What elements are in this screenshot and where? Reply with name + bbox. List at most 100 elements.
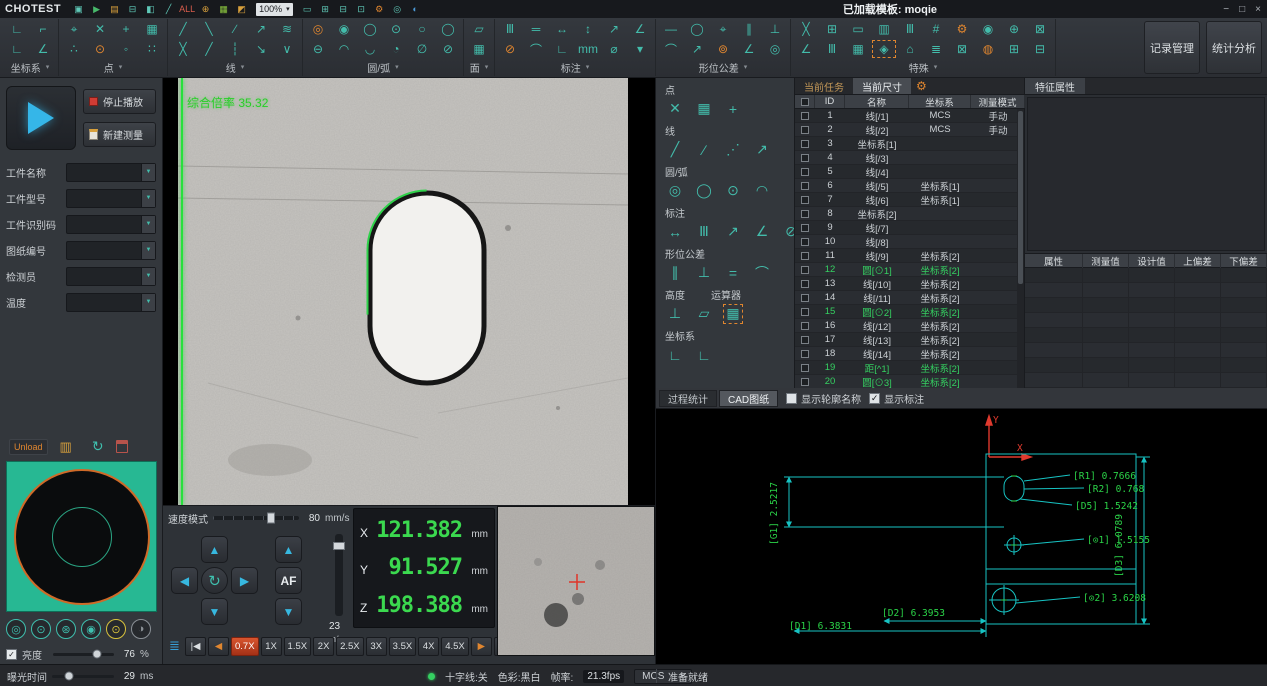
show-contour-names-checkbox[interactable] xyxy=(786,393,797,404)
cs-origin-icon[interactable]: ∟ xyxy=(694,345,714,365)
close-button[interactable]: × xyxy=(1255,4,1261,15)
toolbar-tool-icon[interactable]: ◎ xyxy=(305,19,331,39)
point-grid-icon[interactable]: ▦ xyxy=(694,99,714,119)
new-measurement-button[interactable]: 新建测量 xyxy=(83,122,156,147)
layers-icon[interactable]: ◩ xyxy=(234,2,249,16)
autofocus-button[interactable]: AF xyxy=(275,567,302,594)
row-checkbox[interactable] xyxy=(801,238,809,246)
toolbar-tool-icon[interactable]: ◠ xyxy=(331,39,357,59)
chevron-down-icon[interactable]: ▼ xyxy=(141,242,155,259)
line-points-icon[interactable]: ⋰ xyxy=(723,140,743,160)
dim-vertical-icon[interactable]: Ⅲ xyxy=(694,222,714,242)
speed-1X-button[interactable]: 1X xyxy=(261,637,282,656)
record-management-button[interactable]: 记录管理 xyxy=(1144,21,1200,74)
toolbar-tool-icon[interactable]: ∟ xyxy=(549,39,575,59)
toolbar-tool-icon[interactable]: ╱ xyxy=(196,39,222,59)
toolbar-tool-icon[interactable]: ⊙ xyxy=(87,39,113,59)
point-intersection-icon[interactable]: ✕ xyxy=(665,99,685,119)
statistics-analysis-button[interactable]: 统计分析 xyxy=(1206,21,1262,74)
toolbar-tool-icon[interactable]: ⌐ xyxy=(30,19,56,39)
toolbar-tool-icon[interactable]: ╱ xyxy=(170,19,196,39)
chevron-down-icon[interactable]: ▾ xyxy=(119,63,123,71)
toolbar-tool-icon[interactable]: ↗ xyxy=(601,19,627,39)
speed-0.7X-button[interactable]: 0.7X xyxy=(231,637,259,656)
toolbar-tool-icon[interactable]: ⊥ xyxy=(762,19,788,39)
z-speed-slider[interactable] xyxy=(335,534,343,616)
toolbar-tool-icon[interactable]: ⊘ xyxy=(435,39,461,59)
tab-cad-drawing[interactable]: CAD图纸 xyxy=(719,390,778,407)
camera-view[interactable]: 综合倍率 35.32 xyxy=(163,78,655,505)
chevron-down-icon[interactable]: ▼ xyxy=(141,294,155,311)
toolbar-tool-icon[interactable]: ▾ xyxy=(627,39,653,59)
perpendicularity-icon[interactable]: ⊥ xyxy=(694,263,714,283)
chevron-down-icon[interactable]: ▼ xyxy=(141,164,155,181)
table-row[interactable]: 19距[^1]坐标系[2] xyxy=(795,361,1024,375)
chevron-down-icon[interactable]: ▾ xyxy=(46,63,50,71)
toolbar-tool-icon[interactable]: ◔ xyxy=(383,39,409,59)
table-row[interactable]: 17线[/13]坐标系[2] xyxy=(795,333,1024,347)
ring-light-outer-icon[interactable]: ◎ xyxy=(6,619,26,639)
exposure-slider[interactable] xyxy=(52,675,114,678)
chevron-down-icon[interactable]: ▼ xyxy=(141,216,155,233)
table-row[interactable]: 16线[/12]坐标系[2] xyxy=(795,319,1024,333)
chevron-down-icon[interactable]: ▼ xyxy=(141,190,155,207)
toolbar-tool-icon[interactable]: ▥ xyxy=(871,19,897,39)
table-row[interactable]: 18线[/14]坐标系[2] xyxy=(795,347,1024,361)
toolbar-tool-icon[interactable]: mm xyxy=(575,39,601,59)
jog-z-plus-button[interactable]: ▲ xyxy=(275,536,302,563)
line-scan-icon[interactable]: ╱ xyxy=(665,140,685,160)
brightness-slider-knob[interactable] xyxy=(92,650,101,659)
toolbar-tool-icon[interactable]: ◍ xyxy=(975,39,1001,59)
row-checkbox[interactable] xyxy=(801,308,809,316)
toolbar-tool-icon[interactable]: Ⅲ xyxy=(819,39,845,59)
row-checkbox[interactable] xyxy=(801,322,809,330)
next-step-button[interactable]: ▶ xyxy=(471,637,492,656)
toolbar-tool-icon[interactable]: ▦ xyxy=(139,19,165,39)
toolbar-tool-icon[interactable]: ⊠ xyxy=(1027,19,1053,39)
gear-icon[interactable]: ⚙ xyxy=(372,2,387,16)
show-annotations-checkbox[interactable] xyxy=(869,393,880,404)
layers-icon[interactable]: ≣ xyxy=(166,636,183,656)
table-row[interactable]: 6线[/5]坐标系[1] xyxy=(795,179,1024,193)
dim-diagonal-icon[interactable]: ↗ xyxy=(723,222,743,242)
toolbar-tool-icon[interactable]: ◡ xyxy=(357,39,383,59)
profile-icon[interactable]: ⌒ xyxy=(752,263,772,283)
toolbar-tool-icon[interactable]: ╳ xyxy=(793,19,819,39)
tab-process-statistics[interactable]: 过程统计 xyxy=(659,390,717,407)
symmetry-icon[interactable]: = xyxy=(723,263,743,283)
task-scrollbar-thumb[interactable] xyxy=(1018,111,1023,284)
toolbar-tool-icon[interactable]: ↗ xyxy=(248,19,274,39)
row-checkbox[interactable] xyxy=(801,168,809,176)
row-checkbox[interactable] xyxy=(801,336,809,344)
table-row[interactable]: 1线[/1]MCS手动 xyxy=(795,109,1024,123)
table-row[interactable]: 3坐标系[1] xyxy=(795,137,1024,151)
circle-points-icon[interactable]: ⊙ xyxy=(723,181,743,201)
brightness-checkbox[interactable] xyxy=(6,649,17,660)
link-icon[interactable]: ⊕ xyxy=(198,2,213,16)
exposure-slider-knob[interactable] xyxy=(65,672,74,681)
unload-button[interactable]: Unload xyxy=(9,439,48,455)
maximize-button[interactable]: □ xyxy=(1239,4,1245,15)
toolbar-tool-icon[interactable]: ≋ xyxy=(274,19,300,39)
height-icon[interactable]: ⊥ xyxy=(665,304,685,324)
speed-4X-button[interactable]: 4X xyxy=(418,637,439,656)
toolbar-tool-icon[interactable]: ⊙ xyxy=(383,19,409,39)
toolbar-tool-icon[interactable]: Ⅲ xyxy=(497,19,523,39)
row-checkbox[interactable] xyxy=(801,154,809,162)
play-button[interactable] xyxy=(6,86,76,150)
cs-axes-icon[interactable]: ∟ xyxy=(665,345,685,365)
toolbar-tool-icon[interactable]: ▦ xyxy=(845,39,871,59)
toolbar-tool-icon[interactable]: ▱ xyxy=(466,19,492,39)
chevron-down-icon[interactable]: ▼ xyxy=(141,268,155,285)
table-row[interactable]: 9线[/7] xyxy=(795,221,1024,235)
ring-light-inner-icon[interactable]: ⊙ xyxy=(31,619,51,639)
export-icon[interactable]: ◧ xyxy=(143,2,158,16)
chevron-down-icon[interactable]: ▾ xyxy=(395,63,399,71)
speed-3X-button[interactable]: 3X xyxy=(366,637,387,656)
toolbar-tool-icon[interactable]: ⌖ xyxy=(61,19,87,39)
field-input[interactable]: ▼ xyxy=(66,267,156,286)
toolbar-tool-icon[interactable]: ◉ xyxy=(975,19,1001,39)
z-speed-slider-knob[interactable] xyxy=(333,542,345,550)
task-scrollbar[interactable] xyxy=(1017,109,1024,388)
toolbar-tool-icon[interactable]: ○ xyxy=(409,19,435,39)
